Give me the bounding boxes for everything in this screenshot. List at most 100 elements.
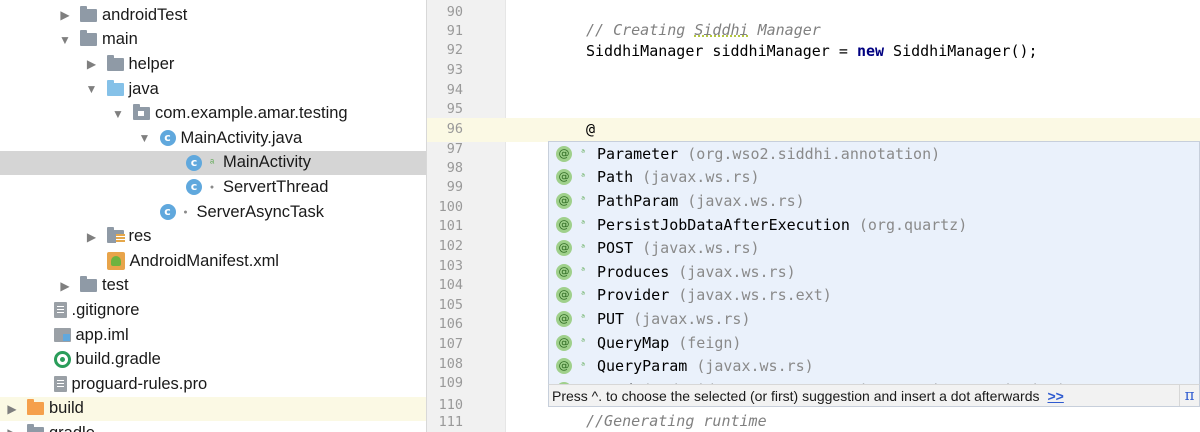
tree-item-serverasynctask[interactable]: ▶c●ServerAsyncTask — [0, 200, 426, 225]
tree-item-gradle[interactable]: ▶ gradle — [0, 421, 426, 432]
line-number: 109 — [438, 375, 463, 391]
tree-item-label: gradle — [49, 424, 95, 432]
collapsed-arrow-icon[interactable]: ▶ — [58, 279, 72, 293]
tree-item-label: res — [128, 227, 152, 246]
project-tree[interactable]: ▶ androidTest ▼ main ▶ helper ▼ java ▼ com.exampl… — [0, 0, 426, 432]
tree-item-label: build.gradle — [75, 350, 161, 369]
line-number: 96 — [446, 121, 463, 137]
suggestion-name: Path — [597, 168, 634, 187]
annotation-icon: @ — [556, 287, 572, 304]
completion-more-link[interactable]: >> — [1047, 388, 1063, 404]
suggestion-parameter[interactable]: @ ᵃ Parameter (org.wso2.siddhi.annotation) — [549, 142, 1199, 166]
suggestion-post[interactable]: @ ᵃ POST (javax.ws.rs) — [549, 236, 1199, 260]
expanded-arrow-icon[interactable]: ▼ — [58, 33, 72, 47]
tree-item-res[interactable]: ▶ res — [0, 224, 426, 249]
tree-item-main[interactable]: ▼ main — [0, 28, 426, 53]
pi-icon[interactable]: π — [1179, 385, 1199, 406]
tree-item-label: java — [128, 79, 159, 98]
comment-manager: Manager — [748, 21, 821, 39]
line-number: 98 — [446, 160, 463, 176]
tree-item-build[interactable]: ▶ build — [0, 396, 426, 422]
tree-item-mainactivity[interactable]: ▶cᵃMainActivity — [0, 150, 426, 176]
suggestion-put[interactable]: @ ᵃ PUT (javax.ws.rs) — [549, 307, 1199, 331]
suggestion-package: (javax.ws.rs) — [678, 262, 796, 281]
tree-item-gitignore[interactable]: ▶.gitignore — [0, 298, 426, 323]
comment-generating: //Generating runtime — [586, 412, 767, 430]
code-completion-popup[interactable]: @ ᵃ Parameter (org.wso2.siddhi.annotation) @… — [548, 141, 1200, 407]
tree-item-app-iml[interactable]: ▶app.iml — [0, 323, 426, 348]
java-class-icon: c — [159, 204, 176, 221]
tree-item-servertthread[interactable]: ▶c●ServertThread — [0, 175, 426, 200]
tree-item-proguard-rules-pro[interactable]: ▶proguard-rules.pro — [0, 372, 426, 397]
line-number: 104 — [438, 277, 463, 293]
suggestion-persistjobdataafterexecution[interactable]: @ ᵃ PersistJobDataAfterExecution (org.quart… — [549, 213, 1199, 237]
folder-icon — [80, 5, 97, 22]
suggestion-querymap[interactable]: @ ᵃ QueryMap (feign) — [549, 331, 1199, 355]
tree-item-label: com.example.amar.testing — [155, 104, 348, 123]
public-visibility-icon: ᵃ — [579, 195, 587, 207]
line-number: 103 — [438, 258, 463, 274]
package-icon — [133, 104, 150, 121]
collapsed-arrow-icon[interactable]: ▶ — [5, 402, 19, 416]
suggestion-name: Produces — [597, 262, 670, 281]
line-number: 94 — [446, 82, 463, 98]
tree-item-androidtest[interactable]: ▶ androidTest — [0, 3, 426, 28]
suggestion-package: (javax.ws.rs) — [642, 168, 760, 187]
suggestion-queryparam[interactable]: @ ᵃ QueryParam (javax.ws.rs) — [549, 354, 1199, 378]
tree-item-androidmanifest-xml[interactable]: ▶AndroidManifest.xml — [0, 249, 426, 274]
suggestion-package: (javax.ws.rs) — [696, 357, 814, 376]
tree-item-label: ServerAsyncTask — [196, 202, 324, 221]
collapsed-arrow-icon[interactable]: ▶ — [5, 426, 19, 432]
tree-item-label: MainActivity — [223, 153, 312, 172]
expanded-arrow-icon[interactable]: ▼ — [111, 107, 125, 121]
public-visibility-icon: ᵃ — [579, 337, 587, 349]
annotation-icon: @ — [556, 310, 572, 327]
source-folder-icon — [106, 79, 124, 96]
line-number: 99 — [446, 179, 463, 195]
tree-item-build-gradle[interactable]: ▶build.gradle — [0, 347, 426, 372]
code-line-96-typed[interactable]: @ — [586, 120, 595, 138]
annotation-icon: @ — [556, 263, 572, 280]
tree-item-label: .gitignore — [71, 300, 140, 319]
line-number: 111 — [438, 414, 463, 430]
code-line-111: //Generating runtime — [586, 412, 767, 430]
iml-file-icon — [53, 328, 71, 343]
expanded-arrow-icon[interactable]: ▼ — [85, 82, 99, 96]
tree-item-helper[interactable]: ▶ helper — [0, 52, 426, 77]
tree-item-mainactivity-java[interactable]: ▼ c MainActivity.java — [0, 126, 426, 151]
annotation-icon: @ — [556, 334, 572, 351]
annotation-icon: @ — [556, 358, 572, 375]
java-class-icon: c — [159, 130, 176, 147]
public-visibility-icon: ᵃ — [579, 313, 587, 325]
suggestion-pathparam[interactable]: @ ᵃ PathParam (javax.ws.rs) — [549, 189, 1199, 213]
suggestion-name: Parameter — [597, 144, 679, 163]
annotation-icon: @ — [556, 216, 572, 233]
tree-item-label: build — [49, 399, 84, 418]
collapsed-arrow-icon[interactable]: ▶ — [85, 230, 99, 244]
collapsed-arrow-icon[interactable]: ▶ — [58, 8, 72, 22]
line-number: 106 — [438, 316, 463, 332]
annotation-icon: @ — [556, 192, 572, 209]
suggestion-produces[interactable]: @ ᵃ Produces (javax.ws.rs) — [549, 260, 1199, 284]
line-number: 91 — [446, 23, 463, 39]
suggestion-path[interactable]: @ ᵃ Path (javax.ws.rs) — [549, 166, 1199, 190]
collapsed-arrow-icon[interactable]: ▶ — [85, 57, 99, 71]
expanded-arrow-icon[interactable]: ▼ — [138, 131, 152, 145]
public-visibility-icon: ᵃ — [579, 360, 587, 372]
folder-icon — [27, 423, 44, 432]
tree-item-label: app.iml — [75, 325, 129, 344]
suggestion-provider[interactable]: @ ᵃ Provider (javax.ws.rs.ext) — [549, 284, 1199, 308]
code-line-91: // Creating Siddhi Manager — [586, 21, 821, 39]
comment-siddhi-word: Siddhi — [694, 21, 749, 39]
tree-item-com-example-amar-testing[interactable]: ▼ com.example.amar.testing — [0, 101, 426, 126]
tree-item-test[interactable]: ▶ test — [0, 274, 426, 299]
tree-item-java[interactable]: ▼ java — [0, 77, 426, 102]
public-visibility-icon: ᵃ — [579, 171, 587, 183]
suggestion-package: (org.quartz) — [858, 215, 968, 234]
line-number: 110 — [438, 397, 463, 413]
line-number: 95 — [446, 101, 463, 117]
line-number: 97 — [446, 141, 463, 157]
line-number: 108 — [438, 356, 463, 372]
package-private-icon: ● — [183, 208, 188, 216]
public-visibility-icon: ᵃ — [209, 156, 215, 169]
